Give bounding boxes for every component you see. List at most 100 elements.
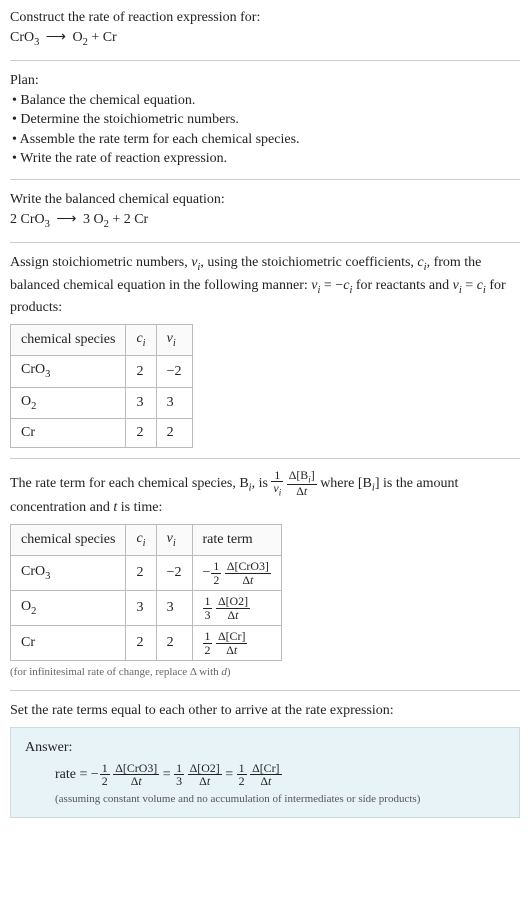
plan-item: Balance the chemical equation. bbox=[12, 91, 520, 111]
fraction: Δ[O2]Δt bbox=[216, 595, 250, 621]
cell-nu: 2 bbox=[156, 419, 192, 448]
cell-species: CrO3 bbox=[11, 356, 126, 387]
denominator: Δt bbox=[216, 609, 250, 622]
text: = − bbox=[320, 278, 343, 293]
numerator: Δ[CrO3] bbox=[113, 762, 159, 776]
answer-label: Answer: bbox=[25, 738, 505, 758]
fraction: 12 bbox=[100, 762, 110, 788]
fraction: Δ[CrO3]Δt bbox=[225, 560, 271, 586]
stoich-section: Assign stoichiometric numbers, νi, using… bbox=[10, 253, 520, 448]
fraction: Δ[Cr]Δt bbox=[216, 630, 247, 656]
answer-box: Answer: rate = −12 Δ[CrO3]Δt = 13 Δ[O2]Δ… bbox=[10, 727, 520, 818]
plan-item: Determine the stoichiometric numbers. bbox=[12, 110, 520, 130]
stoich-table: chemical species ci νi CrO3 2 −2 O2 3 3 … bbox=[10, 324, 193, 448]
cell-c: 2 bbox=[126, 556, 156, 591]
divider bbox=[10, 458, 520, 459]
denominator: 3 bbox=[174, 775, 184, 788]
numerator: Δ[Cr] bbox=[250, 762, 281, 776]
text: = bbox=[462, 278, 477, 293]
numerator: Δ[Cr] bbox=[216, 630, 247, 644]
equals: = bbox=[225, 767, 236, 782]
denominator: 2 bbox=[203, 644, 213, 657]
cell-nu: −2 bbox=[156, 556, 192, 591]
equals: = bbox=[163, 767, 174, 782]
cell-rate: −12 Δ[CrO3]Δt bbox=[192, 556, 281, 591]
prompt-equation: CrO3 ⟶ O2 + Cr bbox=[10, 28, 520, 50]
fraction: 12 bbox=[203, 630, 213, 656]
fraction: Δ[Bi]Δt bbox=[287, 469, 317, 498]
cell-c: 2 bbox=[126, 419, 156, 448]
col-nu: νi bbox=[156, 524, 192, 555]
cell-species: O2 bbox=[11, 387, 126, 418]
balanced-section: Write the balanced chemical equation: 2 … bbox=[10, 190, 520, 232]
cell-c: 2 bbox=[126, 356, 156, 387]
fraction: 12 bbox=[237, 762, 247, 788]
answer-note: (assuming constant volume and no accumul… bbox=[25, 792, 505, 807]
cell-nu: 3 bbox=[156, 591, 192, 626]
denominator: Δt bbox=[216, 644, 247, 657]
text: for reactants and bbox=[352, 278, 452, 293]
final-heading: Set the rate terms equal to each other t… bbox=[10, 701, 520, 721]
divider bbox=[10, 179, 520, 180]
cell-c: 3 bbox=[126, 591, 156, 626]
rate-expression: rate = −12 Δ[CrO3]Δt = 13 Δ[O2]Δt = 12 Δ… bbox=[25, 762, 505, 788]
numerator: 1 bbox=[203, 630, 213, 644]
col-species: chemical species bbox=[11, 324, 126, 355]
divider bbox=[10, 60, 520, 61]
prompt-title: Construct the rate of reaction expressio… bbox=[10, 8, 520, 28]
table-row: Cr 2 2 bbox=[11, 419, 193, 448]
plan-item: Assemble the rate term for each chemical… bbox=[12, 130, 520, 150]
prompt-section: Construct the rate of reaction expressio… bbox=[10, 8, 520, 50]
final-section: Set the rate terms equal to each other t… bbox=[10, 701, 520, 818]
numerator: 1 bbox=[174, 762, 184, 776]
plan-section: Plan: Balance the chemical equation. Det… bbox=[10, 71, 520, 169]
cell-species: Cr bbox=[11, 419, 126, 448]
sign: − bbox=[91, 767, 99, 782]
cell-rate: 12 Δ[Cr]Δt bbox=[192, 626, 281, 661]
denominator: 3 bbox=[203, 609, 213, 622]
cell-nu: −2 bbox=[156, 356, 192, 387]
plan-heading: Plan: bbox=[10, 71, 520, 91]
cell-rate: 13 Δ[O2]Δt bbox=[192, 591, 281, 626]
stoich-heading: Assign stoichiometric numbers, νi, using… bbox=[10, 253, 520, 318]
text: , using the stoichiometric coefficients, bbox=[200, 255, 417, 270]
cell-c: 3 bbox=[126, 387, 156, 418]
cell-species: O2 bbox=[11, 591, 126, 626]
text: is time: bbox=[117, 500, 162, 515]
numerator: 1 bbox=[271, 469, 283, 483]
denominator: 2 bbox=[237, 775, 247, 788]
col-c: ci bbox=[126, 524, 156, 555]
rate-term-heading: The rate term for each chemical species,… bbox=[10, 469, 520, 518]
denominator: Δt bbox=[250, 775, 281, 788]
table-row: O2 3 3 13 Δ[O2]Δt bbox=[11, 591, 282, 626]
cell-c: 2 bbox=[126, 626, 156, 661]
numerator: 1 bbox=[203, 595, 213, 609]
rate-term-note: (for infinitesimal rate of change, repla… bbox=[10, 665, 520, 680]
fraction: Δ[Cr]Δt bbox=[250, 762, 281, 788]
numerator: 1 bbox=[211, 560, 221, 574]
numerator: Δ[O2] bbox=[188, 762, 222, 776]
plan-list: Balance the chemical equation. Determine… bbox=[10, 91, 520, 169]
table-row: O2 3 3 bbox=[11, 387, 193, 418]
denominator: Δt bbox=[225, 574, 271, 587]
text: Assign stoichiometric numbers, bbox=[10, 255, 191, 270]
balanced-equation: 2 CrO3 ⟶ 3 O2 + 2 Cr bbox=[10, 210, 520, 232]
table-header-row: chemical species ci νi bbox=[11, 324, 193, 355]
fraction: 1νi bbox=[271, 469, 283, 498]
text: , is bbox=[252, 476, 272, 491]
denominator: Δt bbox=[287, 485, 317, 498]
denominator: 2 bbox=[211, 574, 221, 587]
cell-species: CrO3 bbox=[11, 556, 126, 591]
numerator: 1 bbox=[100, 762, 110, 776]
plan-item: Write the rate of reaction expression. bbox=[12, 149, 520, 169]
rate-term-section: The rate term for each chemical species,… bbox=[10, 469, 520, 681]
text: where [B bbox=[320, 476, 372, 491]
numerator: Δ[O2] bbox=[216, 595, 250, 609]
table-row: CrO3 2 −2 bbox=[11, 356, 193, 387]
sign: − bbox=[203, 565, 211, 580]
balanced-heading: Write the balanced chemical equation: bbox=[10, 190, 520, 210]
rate-label: rate = bbox=[55, 767, 91, 782]
text: The rate term for each chemical species,… bbox=[10, 476, 249, 491]
denominator: νi bbox=[271, 482, 283, 498]
table-row: CrO3 2 −2 −12 Δ[CrO3]Δt bbox=[11, 556, 282, 591]
